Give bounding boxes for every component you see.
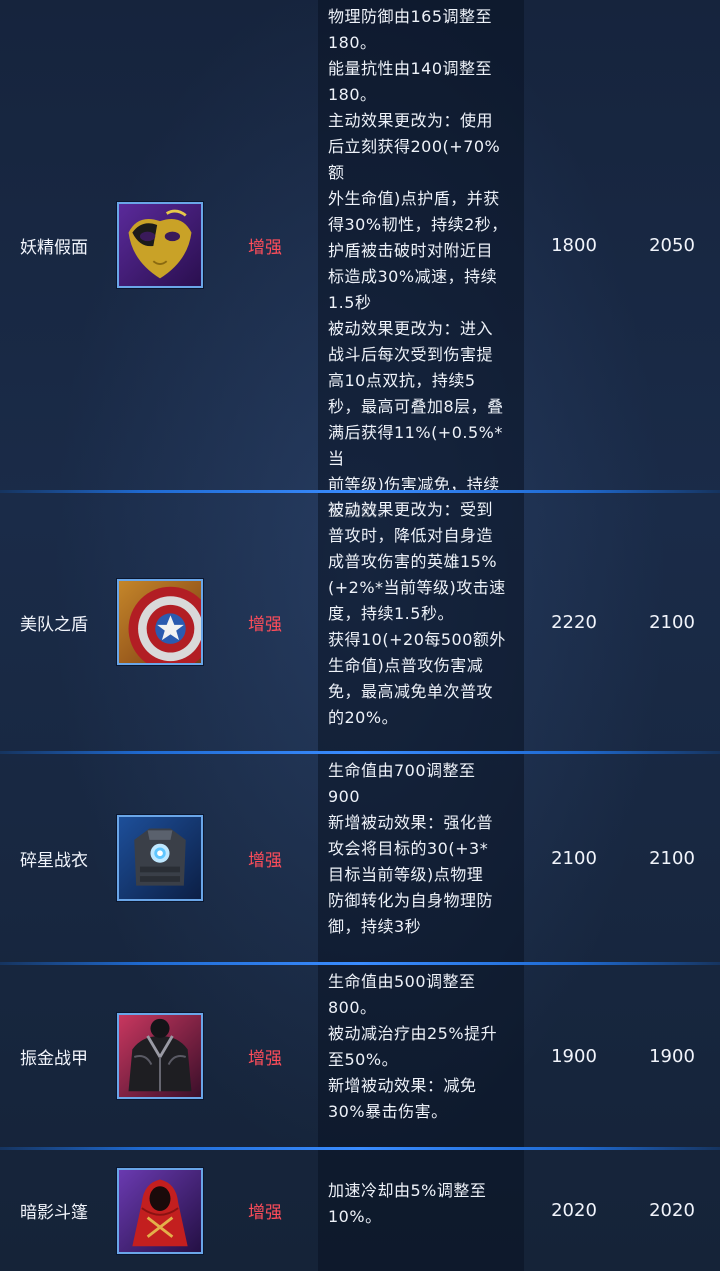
change-description: 生命值由700调整至 900 新增被动效果：强化普 攻会将目标的30(+3* 目… — [328, 761, 494, 936]
change-type-label: 增强 — [248, 1048, 282, 1069]
item-name: 美队之盾 — [20, 614, 88, 635]
item-name: 碎星战衣 — [20, 850, 88, 871]
new-value: 1900 — [649, 1045, 695, 1067]
new-value: 2100 — [649, 847, 695, 869]
change-type-label: 增强 — [248, 614, 282, 635]
equipment-changes-table: 妖精假面 增强 物理防御由165调整至 180。 能量抗性由140调整至 180… — [0, 0, 720, 1271]
old-value: 2020 — [551, 1200, 597, 1221]
old-value: 2220 — [551, 611, 597, 633]
item-name: 振金战甲 — [20, 1048, 88, 1069]
shield-icon — [117, 579, 203, 665]
red-cloak-icon — [117, 1167, 203, 1254]
table-row: 振金战甲 增强 生命值由500调整至 800。 被动减治疗由25%提升 至50%… — [0, 965, 720, 1147]
armor-suit-icon — [117, 815, 203, 901]
table-row: 暗影斗篷 增强 加速冷却由5%调整至 10%。 2020 2020 — [0, 1150, 720, 1271]
black-armor-icon — [117, 1013, 203, 1099]
item-name: 暗影斗篷 — [20, 1203, 88, 1223]
new-value: 2020 — [649, 1200, 695, 1221]
old-value: 1800 — [551, 234, 597, 256]
old-value: 1900 — [551, 1045, 597, 1067]
mask-icon — [117, 202, 203, 288]
table-row: 碎星战衣 增强 生命值由700调整至 900 新增被动效果：强化普 攻会将目标的… — [0, 754, 720, 962]
change-type-label: 增强 — [248, 850, 282, 871]
item-name: 妖精假面 — [20, 237, 88, 258]
table-row: 美队之盾 增强 被动效果更改为：受到 普攻时，降低对自身造 成普攻伤害的英雄15… — [0, 493, 720, 751]
change-description: 被动效果更改为：受到 普攻时，降低对自身造 成普攻伤害的英雄15% (+2%*当… — [328, 500, 506, 727]
new-value: 2100 — [649, 611, 695, 633]
change-type-label: 增强 — [248, 237, 282, 258]
change-description: 生命值由500调整至 800。 被动减治疗由25%提升 至50%。 新增被动效果… — [328, 972, 498, 1121]
change-description: 加速冷却由5%调整至 10%。 — [328, 1181, 487, 1226]
change-description: 物理防御由165调整至 180。 能量抗性由140调整至 180。 主动效果更改… — [328, 7, 508, 520]
old-value: 2100 — [551, 847, 597, 869]
table-row: 妖精假面 增强 物理防御由165调整至 180。 能量抗性由140调整至 180… — [0, 0, 720, 520]
change-type-label: 增强 — [248, 1203, 282, 1223]
new-value: 2050 — [649, 234, 695, 256]
